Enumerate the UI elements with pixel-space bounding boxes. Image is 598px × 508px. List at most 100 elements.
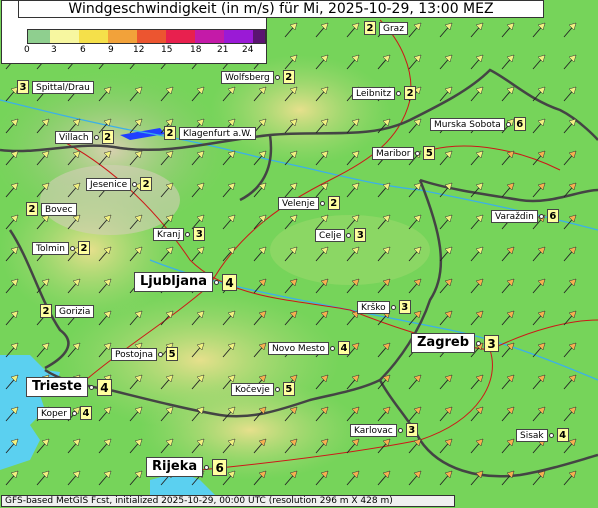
city-marker: [274, 386, 280, 392]
city-label: Celje 3: [315, 228, 367, 242]
city-label: Rijeka 6: [146, 457, 228, 477]
wind-speed-value: 5: [282, 382, 295, 396]
scale-tick: 18: [190, 45, 202, 55]
city-marker: [476, 340, 482, 346]
wind-speed-value: 2: [164, 126, 176, 140]
city-label: 2 Bovec: [26, 202, 77, 216]
city-label: Leibnitz 2: [352, 86, 417, 100]
city-marker: [390, 304, 396, 310]
city-marker: [204, 464, 210, 470]
city-label: Maribor 5: [372, 146, 436, 160]
city-marker: [548, 432, 554, 438]
scale-tick: 12: [133, 45, 145, 55]
wind-speed-value: 2: [404, 86, 417, 100]
scale-tick: 6: [80, 45, 86, 55]
city-label: Karlovac 3: [350, 423, 418, 437]
wind-speed-value: 4: [222, 273, 238, 291]
city-label: Sisak 4: [516, 428, 569, 442]
city-label: Villach 2: [55, 130, 114, 144]
wind-speed-value: 3: [484, 334, 500, 352]
city-marker: [396, 90, 402, 96]
city-label: Tolmin 2: [32, 241, 90, 255]
wind-speed-value: 2: [26, 202, 38, 216]
city-name: Zagreb: [411, 333, 476, 353]
wind-speed-value: 5: [166, 347, 179, 361]
title-bar: Windgeschwindigkeit (in m/s) für Mi, 202…: [0, 0, 598, 20]
map-title: Windgeschwindigkeit (in m/s) für Mi, 202…: [18, 0, 544, 18]
wind-speed-value: 2: [282, 70, 295, 84]
city-marker: [329, 345, 335, 351]
city-name: Murska Sobota: [430, 117, 505, 131]
city-name: Varaždin: [491, 209, 538, 223]
wind-speed-value: 3: [354, 228, 367, 242]
city-name: Postojna: [111, 347, 158, 361]
city-marker: [185, 231, 191, 237]
wind-speed-value: 4: [337, 341, 350, 355]
city-name: Maribor: [372, 146, 415, 160]
city-label: Wolfsberg 2: [221, 70, 295, 84]
city-label: 3 Spittal/Drau: [17, 80, 94, 94]
city-label: Jesenice 2: [86, 177, 153, 191]
wind-speed-value: 2: [327, 196, 340, 210]
city-name: Celje: [315, 228, 346, 242]
city-label: Murska Sobota 6: [430, 117, 526, 131]
scale-tick: 24: [242, 45, 254, 55]
wind-speed-value: 2: [40, 304, 52, 318]
city-name: Trieste: [26, 377, 88, 397]
scale-tick: 3: [51, 45, 57, 55]
footer: GFS-based MetGIS Fcst, initialized 2025-…: [0, 495, 598, 508]
city-name: Ljubljana: [134, 272, 214, 292]
scale-swatch: [28, 30, 50, 43]
city-marker: [415, 150, 421, 156]
city-marker: [397, 427, 403, 433]
city-label: Ljubljana 4: [134, 272, 238, 292]
city-label: 2 Gorizia: [40, 304, 95, 318]
scale-tick: 21: [217, 45, 229, 55]
city-label: 2 Klagenfurt a.W.: [164, 126, 256, 140]
scale-swatch: [137, 30, 166, 43]
wind-speed-value: 6: [513, 117, 526, 131]
city-marker: [505, 121, 511, 127]
scale-swatch: [166, 30, 195, 43]
city-name: Leibnitz: [352, 86, 396, 100]
scale-swatch: [224, 30, 253, 43]
scale-swatch: [253, 30, 265, 43]
scale-swatch: [79, 30, 108, 43]
city-name: Rijeka: [146, 457, 204, 477]
scale-ticks: 0 3 6 9 12 15 18 21 24: [20, 45, 266, 57]
city-name: Velenje: [278, 196, 319, 210]
city-marker: [93, 134, 99, 140]
city-name: Graz: [379, 21, 408, 35]
scale-swatch: [108, 30, 137, 43]
wind-speed-value: 3: [405, 423, 418, 437]
color-scale: [27, 29, 266, 44]
city-name: Sisak: [516, 428, 548, 442]
city-label: Zagreb 3: [411, 333, 500, 353]
wind-speed-value: 3: [193, 227, 206, 241]
city-name: Gorizia: [55, 304, 95, 318]
wind-speed-value: 4: [96, 378, 112, 396]
wind-speed-value: 2: [140, 177, 153, 191]
city-name: Bovec: [41, 202, 77, 216]
scale-tick: 9: [108, 45, 114, 55]
city-name: Klagenfurt a.W.: [179, 126, 256, 140]
wind-speed-value: 3: [17, 80, 29, 94]
city-label: Varaždin 6: [491, 209, 559, 223]
wind-speed-value: 3: [398, 300, 411, 314]
city-name: Kočevje: [231, 382, 274, 396]
wind-speed-value: 6: [212, 458, 228, 476]
city-marker: [319, 200, 325, 206]
city-label: Postojna 5: [111, 347, 179, 361]
city-marker: [71, 410, 77, 416]
city-name: Novo Mesto: [268, 341, 329, 355]
scale-swatch: [195, 30, 224, 43]
city-marker: [88, 384, 94, 390]
footer-text: GFS-based MetGIS Fcst, initialized 2025-…: [1, 495, 455, 507]
city-label: Kočevje 5: [231, 382, 295, 396]
city-label: Koper 4: [37, 406, 92, 420]
city-label: Kranj 3: [153, 227, 206, 241]
wind-speed-value: 2: [77, 241, 90, 255]
city-name: Kranj: [153, 227, 185, 241]
wind-speed-value: 4: [556, 428, 569, 442]
terrain-patch: [40, 165, 180, 235]
